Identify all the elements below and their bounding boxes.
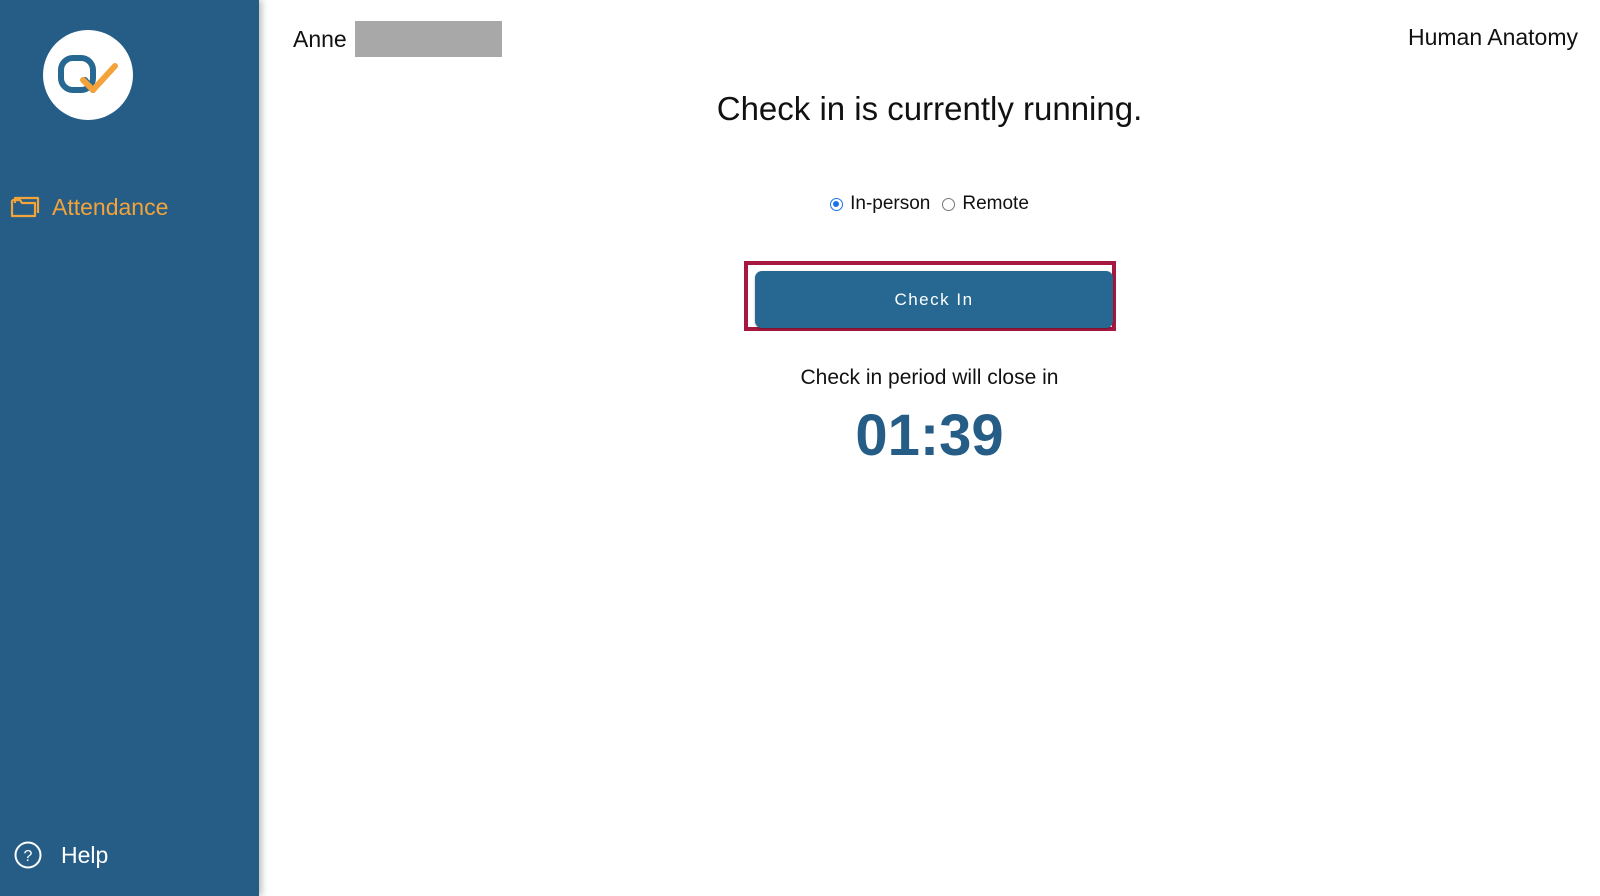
radio-remote[interactable] — [942, 197, 956, 211]
radio-label-in-person: In-person — [850, 193, 931, 214]
help-link[interactable]: ? Help — [13, 838, 108, 872]
countdown-timer: 01:39 — [855, 403, 1004, 468]
user-first-name: Anne — [293, 25, 347, 52]
radio-in-person[interactable] — [830, 197, 844, 211]
course-name: Human Anatomy — [1407, 24, 1578, 50]
quiz-check-logo-icon — [58, 55, 118, 93]
folder-icon — [10, 195, 40, 219]
radio-label-remote: Remote — [962, 193, 1029, 214]
help-label: Help — [61, 841, 109, 868]
sidebar-item-attendance[interactable]: Attendance — [10, 190, 168, 224]
sidebar: Attendance ? Help — [0, 0, 259, 896]
check-in-button[interactable]: Check In — [755, 271, 1113, 328]
mode-option-in-person[interactable]: In-person — [830, 193, 930, 215]
mode-option-remote[interactable]: Remote — [942, 193, 1029, 215]
sidebar-item-label: Attendance — [52, 193, 169, 220]
app-logo[interactable] — [43, 30, 133, 120]
page-title: Check in is currently running. — [716, 90, 1143, 127]
user-name: Anne — [293, 21, 502, 57]
svg-text:?: ? — [24, 848, 33, 865]
attendance-mode-group: In-person Remote — [259, 193, 1600, 215]
main-content: Anne Human Anatomy Check in is currently… — [259, 0, 1600, 896]
redacted-last-name — [354, 21, 502, 57]
question-circle-icon: ? — [13, 840, 43, 870]
period-text: Check in period will close in — [800, 366, 1059, 389]
